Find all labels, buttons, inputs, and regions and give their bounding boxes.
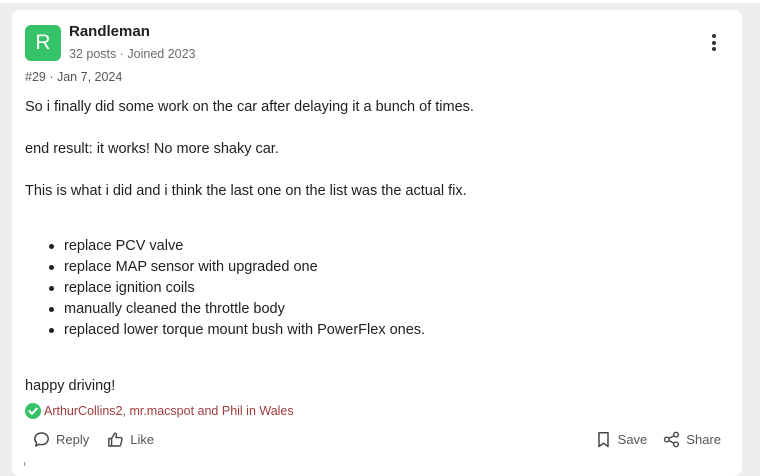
actions-right: Save Share bbox=[595, 431, 721, 448]
author-name[interactable]: Randleman bbox=[69, 23, 150, 40]
actions-left: Reply Like bbox=[33, 431, 154, 448]
share-button[interactable]: Share bbox=[663, 431, 721, 448]
share-icon bbox=[664, 431, 680, 448]
list-item: replace PCV valve bbox=[48, 236, 425, 257]
list-item: replace MAP sensor with upgraded one bbox=[48, 257, 425, 278]
reply-label: Reply bbox=[56, 432, 90, 447]
check-circle-icon bbox=[25, 403, 41, 419]
share-label: Share bbox=[686, 432, 721, 447]
more-vertical-icon[interactable] bbox=[709, 34, 719, 54]
post-paragraph-3: This is what i did and i think the last … bbox=[25, 183, 467, 199]
post-closing: happy driving! bbox=[25, 378, 116, 394]
top-strip bbox=[0, 0, 760, 3]
list-item: replace ignition coils bbox=[48, 278, 425, 299]
post-count: 32 posts bbox=[69, 47, 117, 61]
bookmark-icon bbox=[597, 432, 609, 448]
reply-button[interactable]: Reply bbox=[33, 431, 89, 448]
post-number[interactable]: #29 bbox=[25, 70, 46, 84]
list-item: manually cleaned the throttle body bbox=[48, 299, 425, 320]
avatar[interactable]: R bbox=[25, 25, 61, 61]
likers-link[interactable]: ArthurCollins2, mr.macspot and Phil in W… bbox=[44, 404, 294, 418]
save-label: Save bbox=[617, 432, 648, 447]
meta-separator: · bbox=[49, 70, 57, 84]
list-item: replaced lower torque mount bush with Po… bbox=[48, 320, 425, 341]
post-paragraph-1: So i finally did some work on the car af… bbox=[25, 99, 474, 115]
post-card: R Randleman 32 posts · Joined 2023 #29 ·… bbox=[12, 10, 742, 476]
save-button[interactable]: Save bbox=[595, 431, 648, 448]
post-meta: #29 · Jan 7, 2024 bbox=[25, 70, 122, 84]
like-label: Like bbox=[130, 432, 155, 447]
join-date: Joined 2023 bbox=[127, 47, 196, 61]
post-paragraph-2: end result: it works! No more shaky car. bbox=[25, 141, 279, 157]
thread-line bbox=[24, 462, 25, 466]
thumbs-up-icon bbox=[108, 432, 124, 447]
author-meta: 32 posts · Joined 2023 bbox=[69, 47, 196, 61]
reactions-row: ArthurCollins2, mr.macspot and Phil in W… bbox=[25, 403, 294, 419]
fix-list: replace PCV valve replace MAP sensor wit… bbox=[25, 236, 425, 341]
speech-bubble-icon bbox=[34, 432, 49, 447]
like-button[interactable]: Like bbox=[107, 431, 154, 448]
post-date: Jan 7, 2024 bbox=[56, 70, 123, 84]
